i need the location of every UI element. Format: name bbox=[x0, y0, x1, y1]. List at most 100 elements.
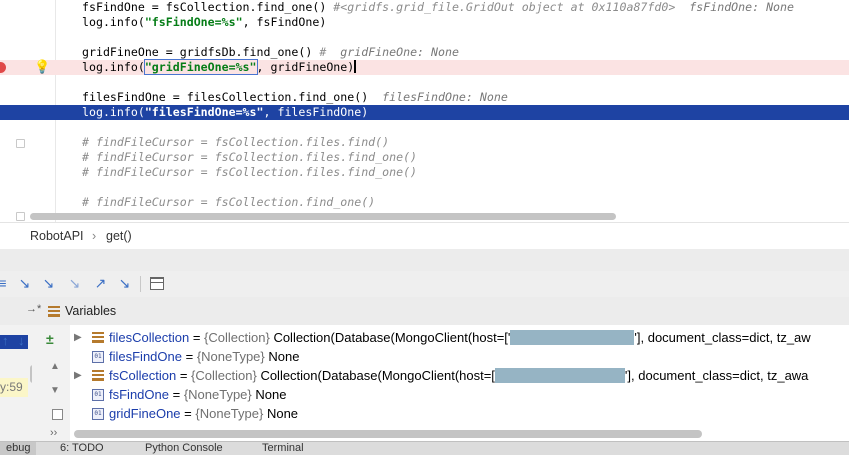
code-text: log.info( bbox=[82, 15, 145, 29]
equals-sign: = bbox=[180, 406, 196, 421]
variable-name: gridFineOne bbox=[109, 406, 181, 421]
code-comment: # findFileCursor = fsCollection.files.fi… bbox=[82, 135, 390, 149]
variable-icon: 01 bbox=[92, 389, 104, 401]
code-text: , gridFineOne) bbox=[256, 60, 355, 74]
code-line-current-execution[interactable]: log.info("filesFindOne=%s", filesFindOne… bbox=[0, 105, 849, 120]
variable-row[interactable]: ▶ fsCollection = {Collection} Collection… bbox=[70, 366, 849, 385]
lightbulb-icon[interactable]: 💡 bbox=[34, 59, 50, 75]
code-comment: #<gridfs.grid_file.GridOut object at 0x1… bbox=[333, 0, 676, 14]
bottom-tool-tabs: ebug 6: TODO Python Console Terminal bbox=[0, 441, 849, 455]
code-text: , fsFindOne) bbox=[242, 15, 327, 29]
show-execution-point-icon[interactable]: ≡ bbox=[0, 275, 11, 292]
text-caret bbox=[354, 60, 357, 73]
code-comment: # findFileCursor = fsCollection.files.fi… bbox=[82, 165, 418, 179]
equals-sign: = bbox=[176, 368, 192, 383]
frame-up-icon[interactable]: ↑ bbox=[2, 333, 9, 348]
variable-type: {Collection} bbox=[191, 368, 257, 383]
fold-marker-icon[interactable] bbox=[16, 212, 25, 221]
editor-horizontal-scrollbar[interactable] bbox=[30, 213, 616, 220]
variable-value: '], document_class=dict, tz_aw bbox=[634, 330, 811, 345]
breadcrumb-class[interactable]: RobotAPI bbox=[30, 229, 84, 243]
code-editor[interactable]: fsFindOne = fsCollection.find_one() #<gr… bbox=[0, 0, 849, 222]
equals-sign: = bbox=[168, 387, 184, 402]
breakpoint-icon[interactable] bbox=[0, 62, 6, 73]
variable-type: {NoneType} bbox=[195, 406, 264, 421]
code-line-2[interactable]: log.info("fsFindOne=%s", fsFindOne) bbox=[0, 15, 849, 30]
code-line-breakpoint[interactable]: 💡 log.info("gridFineOne=%s", gridFineOne… bbox=[0, 59, 849, 75]
scroll-up-icon[interactable]: ▲ bbox=[50, 361, 60, 372]
code-line-12[interactable]: # findFileCursor = fsCollection.files.fi… bbox=[0, 165, 849, 180]
variable-value: Collection(Database(MongoClient(host=[ bbox=[260, 368, 495, 383]
expand-arrow-icon[interactable]: ▶ bbox=[74, 328, 82, 347]
tab-python-console[interactable]: Python Console bbox=[145, 442, 223, 455]
code-text: fsFindOne = fsCollection.find_one() bbox=[82, 0, 327, 14]
inline-debug-value: filesFindOne: None bbox=[382, 90, 508, 104]
code-line-10[interactable]: # findFileCursor = fsCollection.files.fi… bbox=[0, 135, 849, 150]
evaluate-expression-icon[interactable] bbox=[150, 277, 164, 290]
restore-layout-icon[interactable]: →* bbox=[26, 303, 41, 315]
copy-value-icon[interactable] bbox=[52, 409, 63, 420]
force-step-into-icon[interactable]: ↘ bbox=[66, 275, 83, 292]
code-text: gridFineOne = gridfsDb.find_one() bbox=[82, 45, 313, 59]
frame-line-text: y:59 bbox=[0, 380, 23, 394]
step-into-icon[interactable]: ↘ bbox=[40, 275, 57, 292]
code-line-14[interactable]: # findFileCursor = fsCollection.find_one… bbox=[0, 195, 849, 210]
debug-tool-window-header bbox=[0, 249, 849, 272]
code-line-1[interactable]: fsFindOne = fsCollection.find_one() #<gr… bbox=[0, 0, 849, 15]
variable-icon: 01 bbox=[92, 408, 104, 420]
step-out-icon[interactable]: ↗ bbox=[92, 275, 109, 292]
scroll-down-icon[interactable]: ▼ bbox=[50, 385, 60, 396]
code-line-11[interactable]: # findFileCursor = fsCollection.files.fi… bbox=[0, 150, 849, 165]
variables-side-toolbar: ↑ ↓ ± ▲ ▼ ›› bbox=[2, 325, 71, 441]
code-comment: # findFileCursor = fsCollection.files.fi… bbox=[82, 150, 418, 164]
redacted-value bbox=[494, 368, 625, 383]
inline-debug-value: gridFineOne: None bbox=[340, 45, 459, 59]
toolbar-divider bbox=[140, 276, 141, 292]
variables-horizontal-scrollbar[interactable] bbox=[74, 430, 702, 438]
breadcrumb-separator: › bbox=[92, 229, 97, 243]
code-line-4[interactable]: gridFineOne = gridfsDb.find_one() # grid… bbox=[0, 45, 849, 60]
run-to-cursor-icon[interactable]: ↘ bbox=[116, 275, 133, 292]
variable-value: None bbox=[268, 349, 300, 364]
inline-debug-value: fsFindOne: None bbox=[689, 0, 794, 14]
breadcrumb: RobotAPI › get() bbox=[0, 222, 849, 250]
code-comment: # bbox=[319, 45, 327, 59]
more-icon[interactable]: ›› bbox=[50, 427, 57, 439]
tab-terminal[interactable]: Terminal bbox=[262, 442, 304, 455]
variable-row[interactable]: 01 gridFineOne = {NoneType} None bbox=[70, 404, 849, 423]
variable-value: Collection(Database(MongoClient(host=[' bbox=[273, 330, 511, 345]
code-text: log.info( bbox=[82, 105, 145, 119]
variable-row[interactable]: 01 fsFindOne = {NoneType} None bbox=[70, 385, 849, 404]
variable-type: {NoneType} bbox=[196, 349, 265, 364]
variables-title: Variables bbox=[65, 304, 117, 318]
variable-name: filesCollection bbox=[109, 330, 190, 345]
variable-name: fsFindOne bbox=[109, 387, 169, 402]
tab-debug[interactable]: ebug bbox=[0, 442, 37, 455]
variable-row[interactable]: 01 filesFindOne = {NoneType} None bbox=[70, 347, 849, 366]
code-line-7[interactable]: filesFindOne = filesCollection.find_one(… bbox=[0, 90, 849, 105]
variable-row[interactable]: ▶ filesCollection = {Collection} Collect… bbox=[70, 328, 849, 347]
variable-name: filesFindOne bbox=[109, 349, 182, 364]
breadcrumb-method[interactable]: get() bbox=[106, 229, 132, 243]
collection-icon bbox=[92, 332, 104, 343]
frame-row[interactable]: y:59 bbox=[0, 378, 28, 397]
code-text: log.info( bbox=[82, 60, 145, 74]
equals-sign: = bbox=[189, 330, 205, 345]
variables-panel-header: →* Variables bbox=[0, 297, 849, 326]
variable-icon: 01 bbox=[92, 351, 104, 363]
step-over-icon[interactable]: ↘ bbox=[16, 275, 33, 292]
variables-icon bbox=[48, 306, 60, 317]
code-comment: # findFileCursor = fsCollection.find_one… bbox=[82, 195, 376, 209]
variable-name: fsCollection bbox=[109, 368, 177, 383]
variables-tree[interactable]: ▶ filesCollection = {Collection} Collect… bbox=[70, 325, 849, 441]
string-literal: "fsFindOne=%s" bbox=[144, 15, 243, 29]
tab-todo[interactable]: 6: TODO bbox=[60, 442, 104, 455]
variable-type: {NoneType} bbox=[183, 387, 252, 402]
expand-arrow-icon[interactable]: ▶ bbox=[74, 366, 82, 385]
debug-toolbar: ≡ ↘ ↘ ↘ ↗ ↘ bbox=[0, 271, 849, 298]
equals-sign: = bbox=[181, 349, 197, 364]
code-text: filesFindOne = filesCollection.find_one(… bbox=[82, 90, 369, 104]
add-watch-icon[interactable]: ± bbox=[46, 331, 54, 347]
frame-down-icon[interactable]: ↓ bbox=[18, 333, 25, 348]
redacted-value bbox=[510, 330, 635, 345]
